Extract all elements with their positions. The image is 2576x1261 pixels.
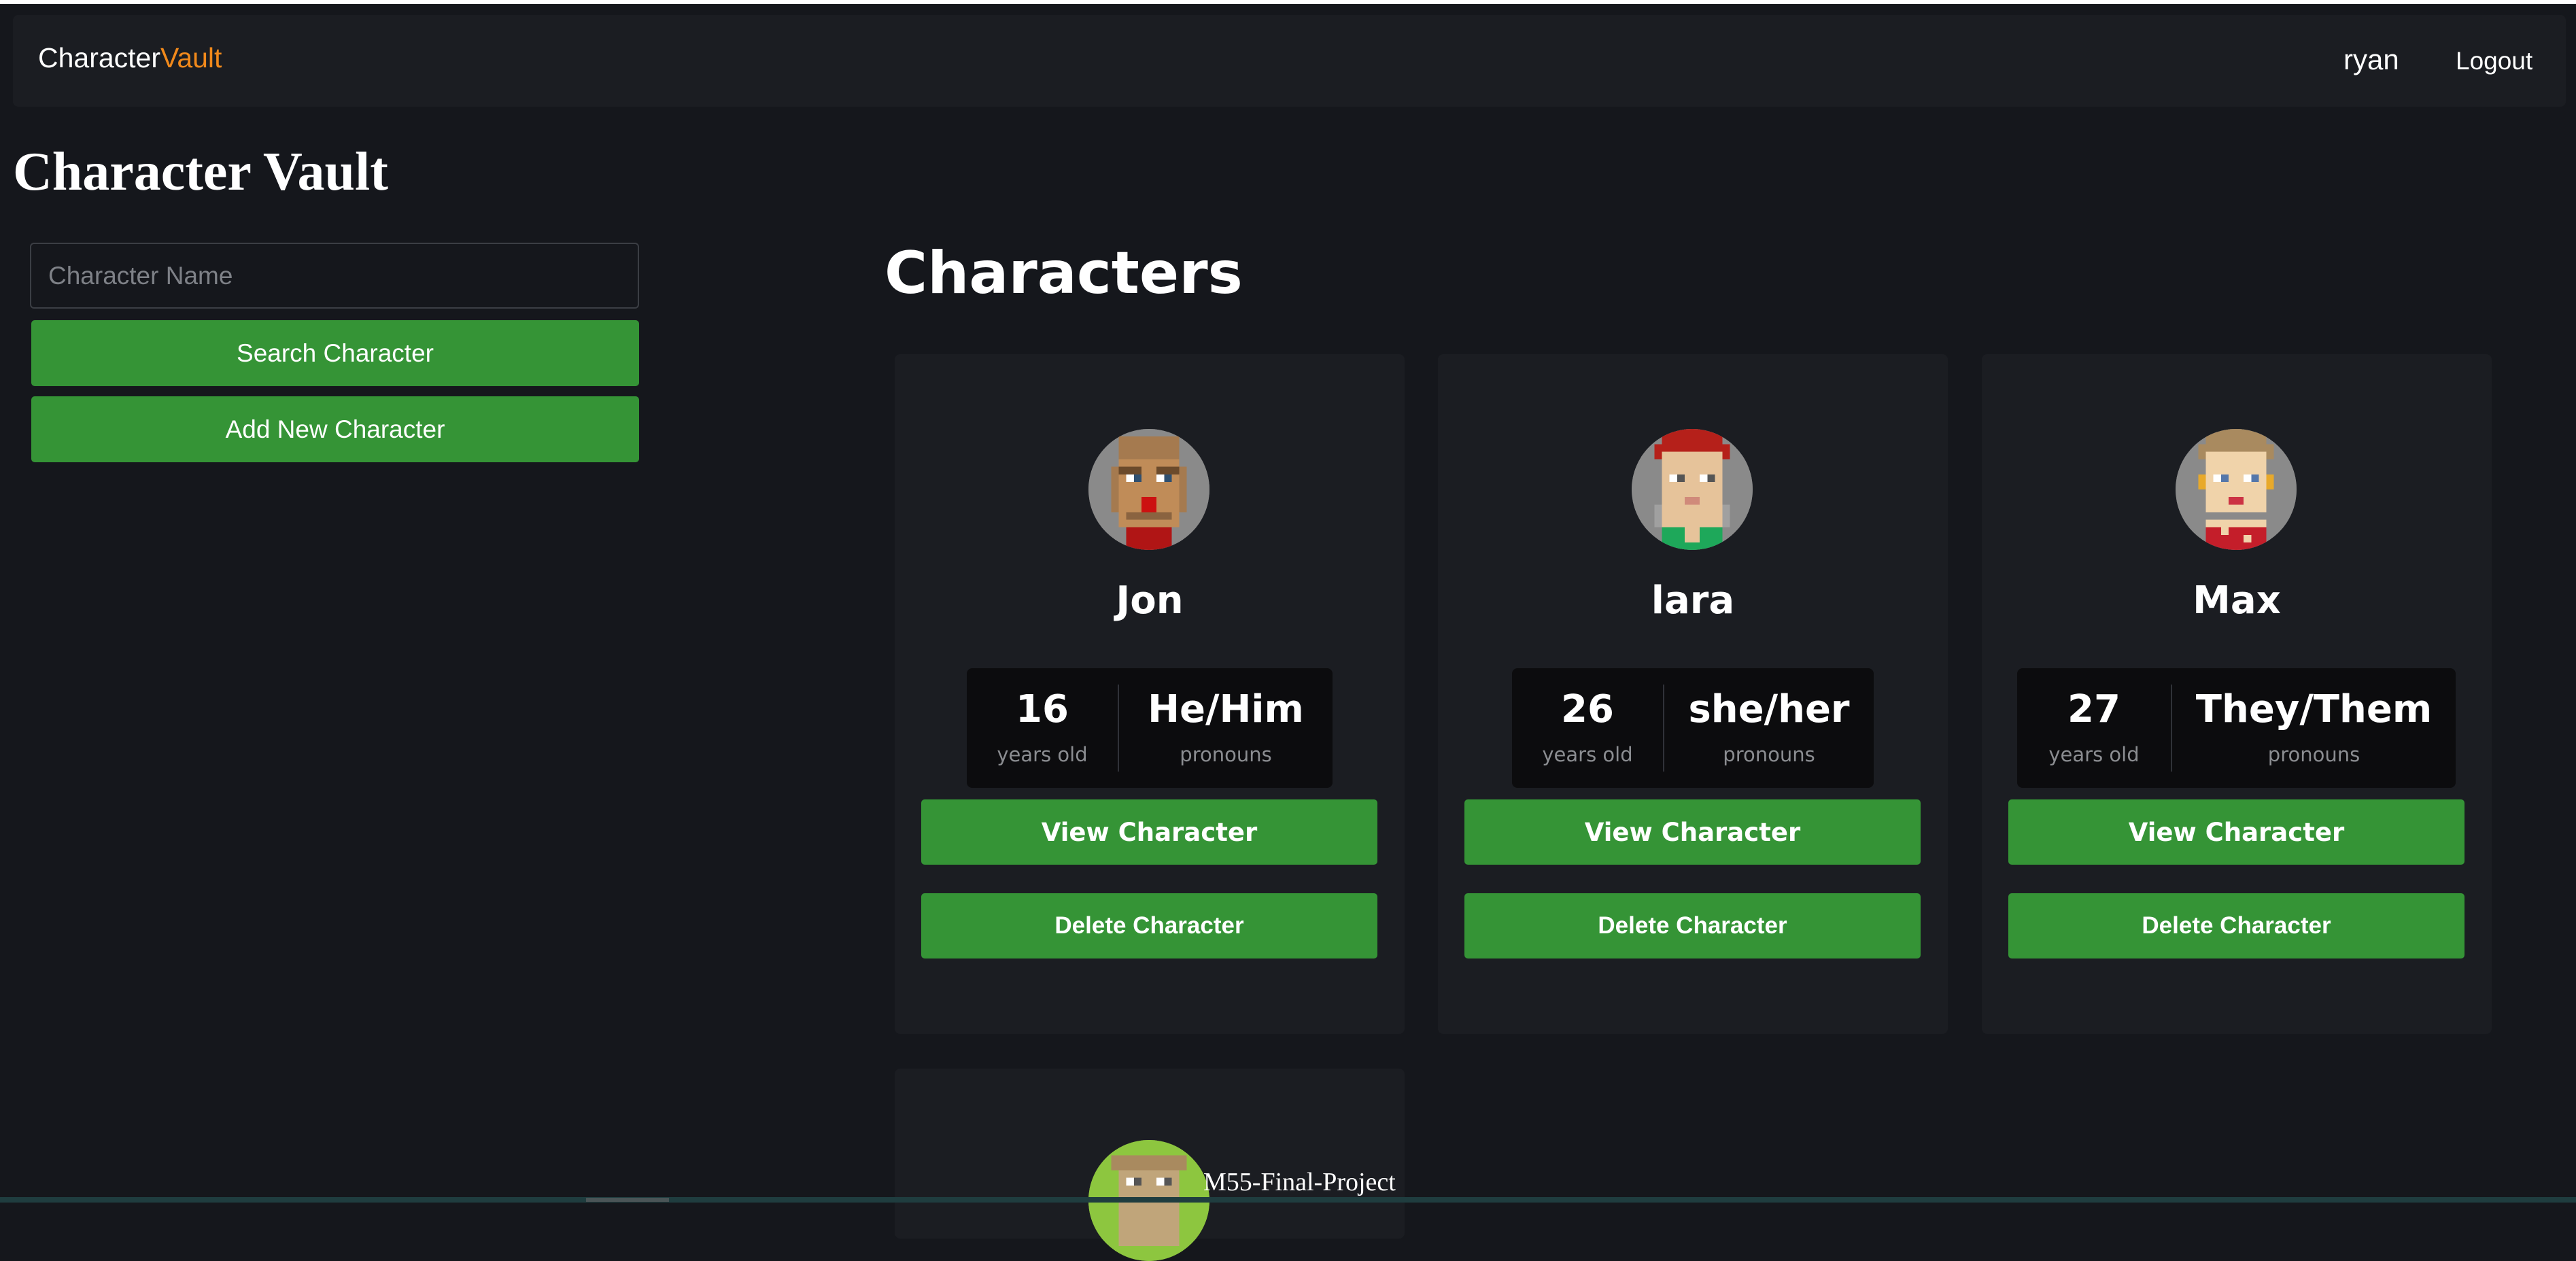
character-name: Jon	[1116, 578, 1184, 623]
character-card: Max 27 years old They/Them pronouns View…	[1982, 354, 2492, 1034]
pronouns-label: pronouns	[2267, 743, 2360, 766]
pixel-avatar-jon-icon	[1088, 429, 1209, 550]
character-stats: 26 years old she/her pronouns	[1512, 668, 1874, 788]
navbar: CharacterVault ryan Logout	[13, 15, 2566, 107]
pronouns-label: pronouns	[1723, 743, 1815, 766]
pronouns-value: They/Them	[2195, 687, 2433, 731]
page-title: Character Vault	[13, 142, 388, 202]
age-stat: 16 years old	[967, 668, 1118, 788]
pronouns-stat: she/her pronouns	[1664, 668, 1874, 788]
search-character-button[interactable]: Search Character	[31, 320, 639, 386]
age-label: years old	[2048, 743, 2140, 766]
horizontal-scrollbar[interactable]	[0, 1197, 2576, 1203]
footer-project-label: M55-Final-Project	[1203, 1168, 1396, 1196]
pronouns-stat: He/Him pronouns	[1119, 668, 1333, 788]
pixel-avatar-max-icon	[2176, 429, 2297, 550]
brand-logo[interactable]: CharacterVault	[38, 42, 222, 74]
character-card: Jon 16 years old He/Him pronouns View Ch…	[895, 354, 1405, 1034]
delete-character-button[interactable]: Delete Character	[921, 893, 1377, 958]
pronouns-value: she/her	[1688, 687, 1850, 731]
view-character-button[interactable]: View Character	[2008, 799, 2465, 865]
add-new-character-button[interactable]: Add New Character	[31, 396, 639, 462]
character-name-input[interactable]	[30, 243, 639, 309]
user-link[interactable]: ryan	[2343, 44, 2399, 76]
age-label: years old	[1542, 743, 1633, 766]
character-name: lara	[1651, 578, 1735, 623]
characters-heading: Characters	[885, 239, 1243, 307]
character-card	[895, 1069, 1405, 1261]
scrollbar-thumb[interactable]	[586, 1198, 669, 1202]
age-value: 16	[1016, 687, 1069, 731]
pronouns-label: pronouns	[1180, 743, 1272, 766]
delete-character-button[interactable]: Delete Character	[2008, 893, 2465, 958]
age-stat: 27 years old	[2017, 668, 2171, 788]
age-value: 27	[2067, 687, 2120, 731]
pixel-avatar-lara-icon	[1632, 429, 1753, 550]
character-name: Max	[2193, 578, 2281, 623]
pronouns-value: He/Him	[1148, 687, 1304, 731]
logout-button[interactable]: Logout	[2456, 47, 2532, 75]
character-stats: 27 years old They/Them pronouns	[2017, 668, 2456, 788]
age-label: years old	[997, 743, 1088, 766]
age-value: 26	[1561, 687, 1614, 731]
brand-name-part1: Character	[38, 42, 161, 73]
age-stat: 26 years old	[1512, 668, 1663, 788]
pronouns-stat: They/Them pronouns	[2172, 668, 2456, 788]
view-character-button[interactable]: View Character	[1464, 799, 1921, 865]
brand-name-part2: Vault	[160, 42, 222, 73]
character-card: lara 26 years old she/her pronouns View …	[1438, 354, 1948, 1034]
top-border	[0, 0, 2576, 4]
view-character-button[interactable]: View Character	[921, 799, 1377, 865]
delete-character-button[interactable]: Delete Character	[1464, 893, 1921, 958]
character-stats: 16 years old He/Him pronouns	[967, 668, 1333, 788]
